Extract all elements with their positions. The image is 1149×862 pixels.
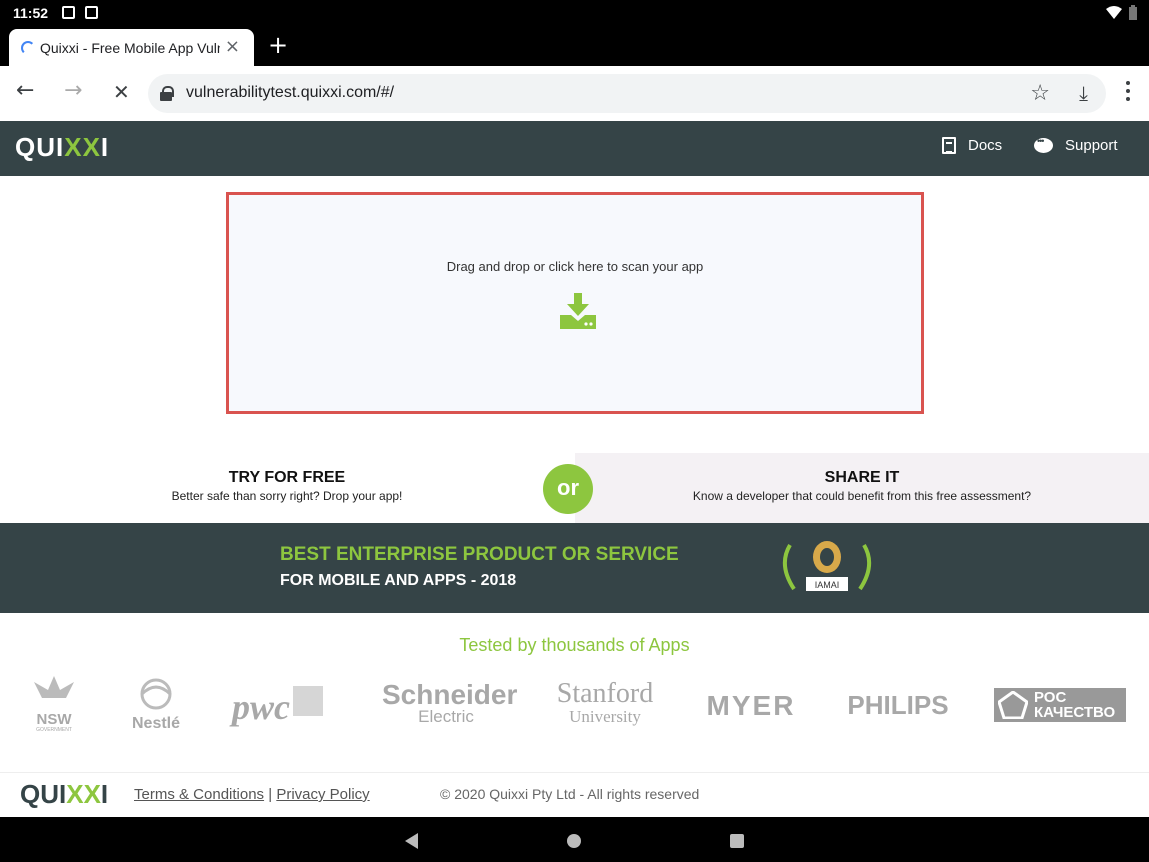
nav-recents-icon[interactable] [730,834,744,848]
nestle-logo: Nestlé [124,676,188,733]
try-for-free-subtitle: Better safe than sorry right? Drop your … [171,489,403,503]
nsw-logo: NSW GOVERNMENT [24,676,84,733]
nav-back-icon[interactable] [405,833,418,849]
wifi-icon [1106,6,1122,19]
footer-logo[interactable]: QUIXXI [20,779,108,810]
nav-home-icon[interactable] [567,834,581,848]
tab-strip: Quixxi - Free Mobile App Vulnerability T… [0,26,1149,66]
new-tab-button[interactable]: + [268,31,288,59]
nav-docs[interactable]: Docs [942,137,1002,154]
download-tray-icon [560,293,596,329]
award-subtitle: FOR MOBILE AND APPS - 2018 [280,572,517,589]
footer-separator: | [268,786,273,803]
or-badge: or [543,464,593,514]
status-bar: 11:52 [0,0,1149,26]
dropzone-label: Drag and drop or click here to scan your… [446,259,704,274]
gmail-icon [85,6,98,19]
svg-text:IAMAI: IAMAI [815,580,840,590]
footer-links: Terms & Conditions | Privacy Policy [134,786,370,803]
android-nav-bar [0,817,1149,862]
address-bar[interactable]: vulnerabilitytest.quixxi.com/#/ ☆ ⤓ [148,74,1106,113]
document-icon [942,137,956,154]
award-banner: BEST ENTERPRISE PRODUCT OR SERVICE FOR M… [0,523,1149,613]
tested-heading: Tested by thousands of Apps [459,635,690,655]
battery-icon [1129,5,1137,20]
lock-icon [160,86,174,101]
schneider-electric-logo: Schneider Electric [382,679,518,726]
philips-logo: PHILIPS [847,690,949,720]
iamai-award-icon: IAMAI [782,541,872,591]
back-button[interactable]: ← [16,78,34,103]
myer-logo: MYER [706,690,796,721]
stanford-logo: Stanford University [556,678,654,726]
bookmark-star-icon[interactable]: ☆ [1030,81,1050,106]
share-it-subtitle: Know a developer that could benefit from… [692,489,1032,503]
quixxi-logo[interactable]: QUIXXI [15,132,109,163]
nav-support[interactable]: Support [1034,136,1118,154]
site-footer: QUIXXI Terms & Conditions | Privacy Poli… [0,772,1149,817]
app-upload-dropzone[interactable]: Drag and drop or click here to scan your… [226,192,924,414]
stop-button[interactable]: ✕ [113,80,130,104]
forward-button[interactable]: → [64,78,82,103]
nav-docs-label: Docs [968,137,1003,154]
download-icon[interactable]: ⤓ [1079,81,1088,105]
nav-support-label: Support [1065,137,1118,154]
status-time: 11:52 [13,5,49,21]
tab-quixxi[interactable]: Quixxi - Free Mobile App Vulnerability T… [9,29,254,66]
pwc-logo: pwc [232,686,342,728]
share-it-title: SHARE IT [824,469,900,486]
tab-title: Quixxi - Free Mobile App Vulnerability T… [40,40,220,56]
copyright: © 2020 Quixxi Pty Ltd - All rights reser… [440,786,700,802]
browser-toolbar: ← → ✕ vulnerabilitytest.quixxi.com/#/ ☆ … [0,66,1149,121]
site-header: QUIXXI Docs Support [0,121,1149,176]
try-for-free-title: TRY FOR FREE [228,469,346,486]
try-for-free: TRY FOR FREE Better safe than sorry righ… [0,469,574,503]
browser-menu-icon[interactable] [1120,81,1136,105]
chat-icon [1034,136,1053,153]
roskachestvo-logo: РОС КАЧЕСТВО [994,688,1126,722]
award-title: BEST ENTERPRISE PRODUCT OR SERVICE [280,544,679,565]
notification-a-icon [62,6,75,19]
url-text[interactable]: vulnerabilitytest.quixxi.com/#/ [186,84,394,102]
tab-close-icon[interactable]: × [225,36,240,57]
client-logos: NSW GOVERNMENT Nestlé pwc Schneider Elec… [0,672,1149,742]
loading-spinner-icon [21,41,35,55]
privacy-link[interactable]: Privacy Policy [276,786,369,803]
terms-link[interactable]: Terms & Conditions [134,786,264,803]
share-it[interactable]: SHARE IT Know a developer that could ben… [575,453,1149,523]
